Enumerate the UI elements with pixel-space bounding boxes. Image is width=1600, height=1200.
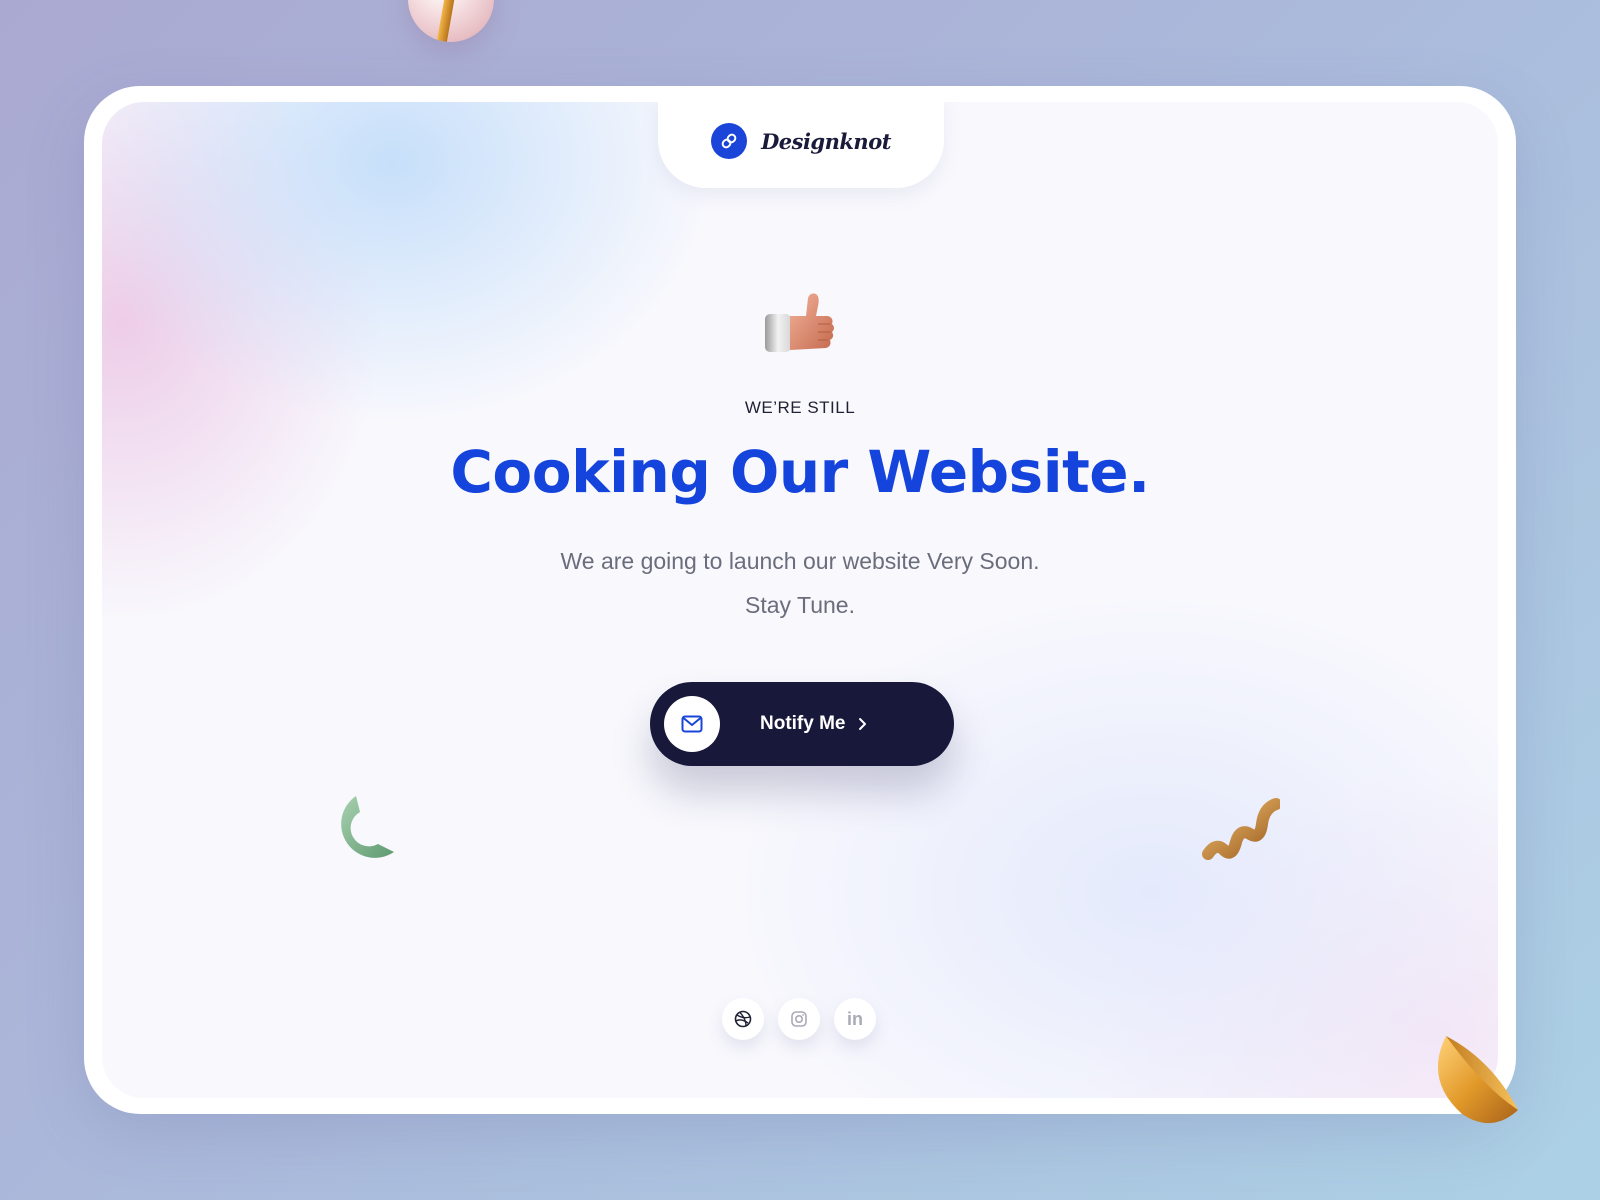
decorative-green-c-shape — [330, 792, 396, 866]
linkedin-icon: in — [847, 1008, 863, 1029]
decorative-gold-wave-shape — [1202, 794, 1282, 866]
thumbs-up-icon — [762, 292, 838, 354]
page-title: Cooking Our Website. — [450, 438, 1150, 506]
eyebrow-text: WE’RE STILL — [744, 398, 856, 417]
chevron-right-icon — [858, 717, 868, 731]
notify-me-button[interactable]: Notify Me — [650, 682, 954, 766]
mail-icon-circle — [664, 696, 720, 752]
description-line-2: Stay Tune. — [745, 592, 855, 618]
mail-icon — [681, 715, 703, 733]
dribbble-icon — [734, 1010, 752, 1028]
notify-me-label: Notify Me — [760, 713, 846, 734]
decorative-gold-bowl — [1432, 1030, 1528, 1126]
decorative-sphere-top — [408, 0, 494, 42]
brand-name[interactable]: Designknot — [761, 129, 891, 154]
decorative-sphere-band — [436, 0, 462, 42]
instagram-icon — [791, 1011, 807, 1027]
logo-header: Designknot — [658, 102, 944, 188]
instagram-button[interactable] — [778, 998, 820, 1040]
social-links: in — [722, 998, 876, 1040]
coming-soon-card: Designknot WE’RE STILL Cooking Our Websi… — [102, 102, 1498, 1098]
link-icon[interactable] — [711, 123, 748, 159]
dribbble-button[interactable] — [722, 998, 764, 1040]
description-line-1: We are going to launch our website Very … — [560, 548, 1040, 574]
linkedin-button[interactable]: in — [834, 998, 876, 1040]
